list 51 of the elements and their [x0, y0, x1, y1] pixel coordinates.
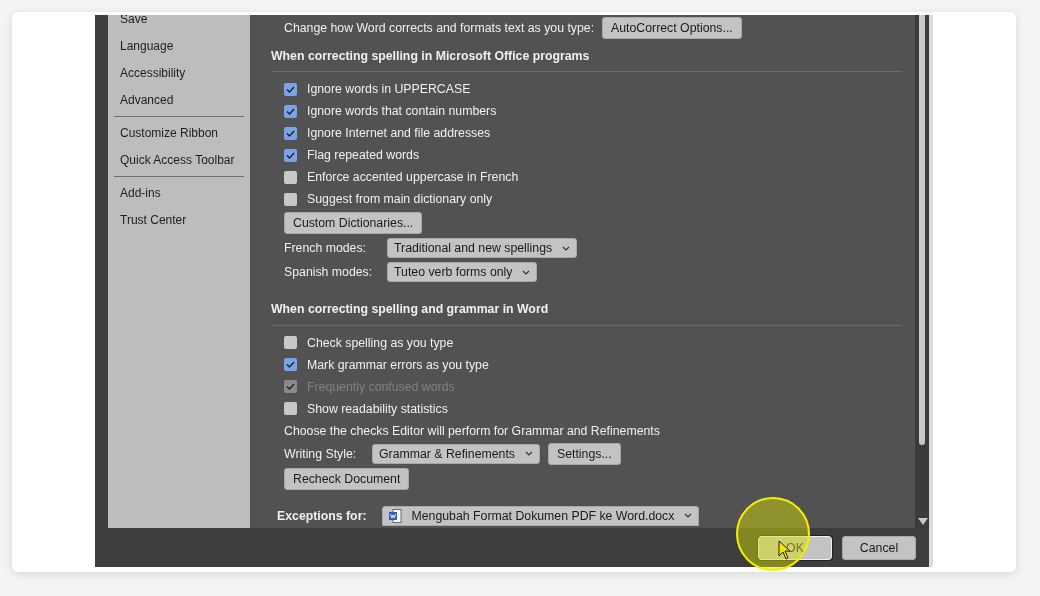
checkbox[interactable] [284, 358, 297, 372]
section-heading: When correcting spelling and grammar in Word [271, 292, 902, 326]
scrollbar[interactable] [915, 15, 929, 528]
checkbox[interactable] [284, 148, 297, 162]
dialog-button[interactable]: Custom Dictionaries... [284, 212, 423, 235]
checkbox[interactable] [284, 126, 297, 140]
dialog-button[interactable]: Cancel [842, 535, 916, 560]
checkbox-label: Ignore words that contain numbers [307, 103, 497, 121]
sidebar-item[interactable]: Quick Access Toolbar [114, 147, 244, 174]
field-label: Spanish modes: [284, 264, 374, 282]
checkbox-label: Check spelling as you type [307, 334, 454, 352]
checkbox-label: Suggest from main dictionary only [307, 191, 493, 209]
checkbox[interactable] [284, 336, 297, 350]
dropdown[interactable]: Traditional and new spellings [387, 238, 578, 259]
checkbox[interactable] [284, 82, 297, 96]
checkbox-label: Enforce accented uppercase in French [307, 169, 519, 187]
chevron-down-icon [522, 269, 531, 275]
dropdown[interactable]: Grammar & Refinements [372, 443, 540, 464]
document-icon [388, 508, 402, 523]
sidebar-item[interactable]: Advanced [114, 87, 244, 114]
checkbox-label: Mark grammar errors as you type [307, 356, 489, 374]
dialog-button[interactable]: Recheck Document [284, 467, 410, 490]
scroll-down-icon[interactable] [918, 518, 928, 525]
chevron-down-icon [562, 245, 571, 251]
checkbox-label: Ignore words in UPPERCASE [307, 81, 471, 99]
sidebar-item[interactable]: Accessibility [114, 60, 244, 87]
checkbox[interactable] [284, 170, 297, 184]
settings-button[interactable]: Settings... [548, 442, 621, 465]
checkbox[interactable] [284, 192, 297, 206]
autocorrect-options-button[interactable]: AutoCorrect Options... [602, 17, 742, 39]
checkbox-label: Flag repeated words [307, 147, 420, 165]
field-label: French modes: [284, 240, 367, 258]
sidebar-item[interactable]: Customize Ribbon [114, 120, 244, 147]
field-label: Exceptions for: [277, 507, 367, 525]
sidebar-item[interactable]: Trust Center [114, 207, 244, 234]
checkbox-label: Ignore Internet and file addresses [307, 125, 491, 143]
scrollbar-thumb[interactable] [919, 15, 925, 445]
sidebar-item[interactable]: Save [114, 15, 244, 33]
section-heading: When correcting spelling in Microsoft Office programs [271, 39, 902, 73]
checkbox[interactable] [284, 402, 297, 416]
autocorrect-label: Change how Word corrects and formats text as you type: [284, 19, 595, 37]
sidebar-item[interactable]: Language [114, 33, 244, 60]
checkbox-label: Show readability statistics [307, 400, 448, 418]
dropdown[interactable]: Tuteo verb forms only [387, 262, 538, 283]
chevron-down-icon [525, 451, 533, 457]
sidebar-item[interactable]: Add-ins [114, 180, 244, 207]
chevron-down-icon [684, 513, 693, 519]
field-label: Writing Style: [284, 445, 358, 463]
checkbox[interactable] [284, 104, 297, 118]
instruction-text: Choose the checks Editor will perform for Grammar and Refinements [284, 422, 660, 440]
document-dropdown[interactable]: Mengubah Format Dokumen PDF ke Word.docx [381, 505, 700, 526]
